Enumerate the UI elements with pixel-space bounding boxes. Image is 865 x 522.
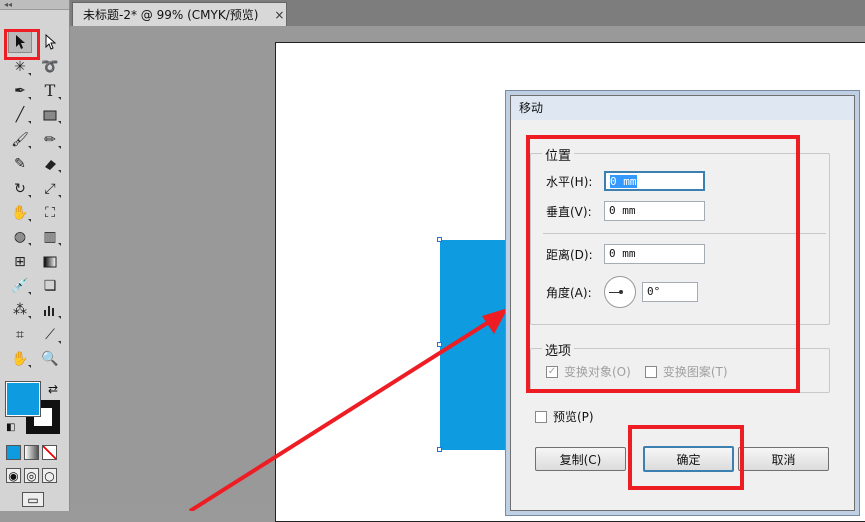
- draw-mode-row: ◉ ◎ ○: [6, 468, 57, 483]
- copy-button[interactable]: 复制(C): [535, 447, 626, 471]
- pencil-tool-icon[interactable]: ✏: [38, 129, 62, 151]
- anchor-point[interactable]: [437, 342, 442, 347]
- blend-tool-icon[interactable]: ❏: [38, 275, 62, 297]
- free-transform-tool-icon[interactable]: ⛶: [38, 202, 62, 224]
- hand-tool-icon[interactable]: ✋: [8, 348, 32, 370]
- color-icon[interactable]: [6, 445, 21, 460]
- warp-tool-icon[interactable]: ✋: [8, 202, 32, 224]
- gradient-tool-icon[interactable]: [38, 251, 62, 273]
- mesh-tool-icon[interactable]: ⊞: [8, 251, 32, 273]
- line-segment-tool-icon[interactable]: ╱: [8, 104, 32, 126]
- screen-mode-row: ▭: [22, 492, 44, 507]
- draw-normal-icon[interactable]: ◉: [6, 468, 21, 483]
- position-annotation-box: [526, 135, 800, 393]
- panel-grip[interactable]: ◂◂: [0, 0, 69, 10]
- draw-behind-icon[interactable]: ◎: [24, 468, 39, 483]
- document-tab-bar: 未标题-2* @ 99% (CMYK/预览) ×: [70, 0, 865, 26]
- zoom-tool-icon[interactable]: 🔍: [38, 348, 62, 370]
- eraser-tool-icon[interactable]: [38, 153, 62, 175]
- fill-stroke-controls: ⇄ ◧: [5, 381, 66, 438]
- gradient-icon[interactable]: [24, 445, 39, 460]
- shape-builder-tool-icon[interactable]: ◍: [8, 226, 32, 248]
- perspective-grid-tool-icon[interactable]: ▥: [38, 226, 62, 248]
- rectangle-tool-icon[interactable]: [38, 104, 62, 126]
- screen-mode-icon[interactable]: ▭: [22, 492, 44, 507]
- default-fill-stroke-icon[interactable]: ◧: [6, 422, 15, 433]
- type-tool-icon[interactable]: T: [38, 80, 62, 102]
- anchor-point[interactable]: [437, 447, 442, 452]
- swap-fill-stroke-icon[interactable]: ⇄: [48, 382, 58, 396]
- preview-checkbox[interactable]: [535, 410, 547, 423]
- direct-selection-tool-icon[interactable]: [38, 31, 62, 53]
- preview-label: 预览(P): [553, 410, 594, 424]
- eyedropper-tool-icon[interactable]: 💉: [8, 275, 32, 297]
- tools-panel: ◂◂ ✳ ➰ ✒ T ╱ 🖌 ✏ ✎ ↻ ⤢ ✋ ⛶ ◍ ▥ ⊞ 💉 ❏ ⁂ ⌗…: [0, 0, 70, 511]
- artboard-tool-icon[interactable]: ⌗: [8, 324, 32, 346]
- draw-inside-icon[interactable]: ○: [42, 468, 57, 483]
- document-tab-title: 未标题-2* @ 99% (CMYK/预览): [83, 8, 259, 22]
- blue-rectangle-object[interactable]: [440, 240, 514, 450]
- color-mode-row: [6, 445, 57, 460]
- paintbrush-tool-icon[interactable]: 🖌: [8, 129, 32, 151]
- selection-tool-annotation: [4, 29, 40, 60]
- slice-tool-icon[interactable]: ⟋: [38, 324, 62, 346]
- fill-swatch[interactable]: [5, 381, 41, 417]
- document-tab[interactable]: 未标题-2* @ 99% (CMYK/预览) ×: [72, 2, 287, 26]
- column-graph-tool-icon[interactable]: [38, 299, 62, 321]
- close-icon[interactable]: ×: [274, 8, 284, 22]
- scale-tool-icon[interactable]: ⤢: [38, 178, 62, 200]
- lasso-tool-icon[interactable]: ➰: [38, 56, 62, 78]
- pen-tool-icon[interactable]: ✒: [8, 80, 32, 102]
- ok-button-annotation-box: [628, 425, 744, 490]
- rotate-tool-icon[interactable]: ↻: [8, 178, 32, 200]
- symbol-sprayer-tool-icon[interactable]: ⁂: [8, 299, 32, 321]
- dialog-title: 移动: [511, 96, 854, 120]
- none-icon[interactable]: [42, 445, 57, 460]
- cancel-button[interactable]: 取消: [738, 447, 829, 471]
- anchor-point[interactable]: [437, 237, 442, 242]
- blob-brush-tool-icon[interactable]: ✎: [8, 153, 32, 175]
